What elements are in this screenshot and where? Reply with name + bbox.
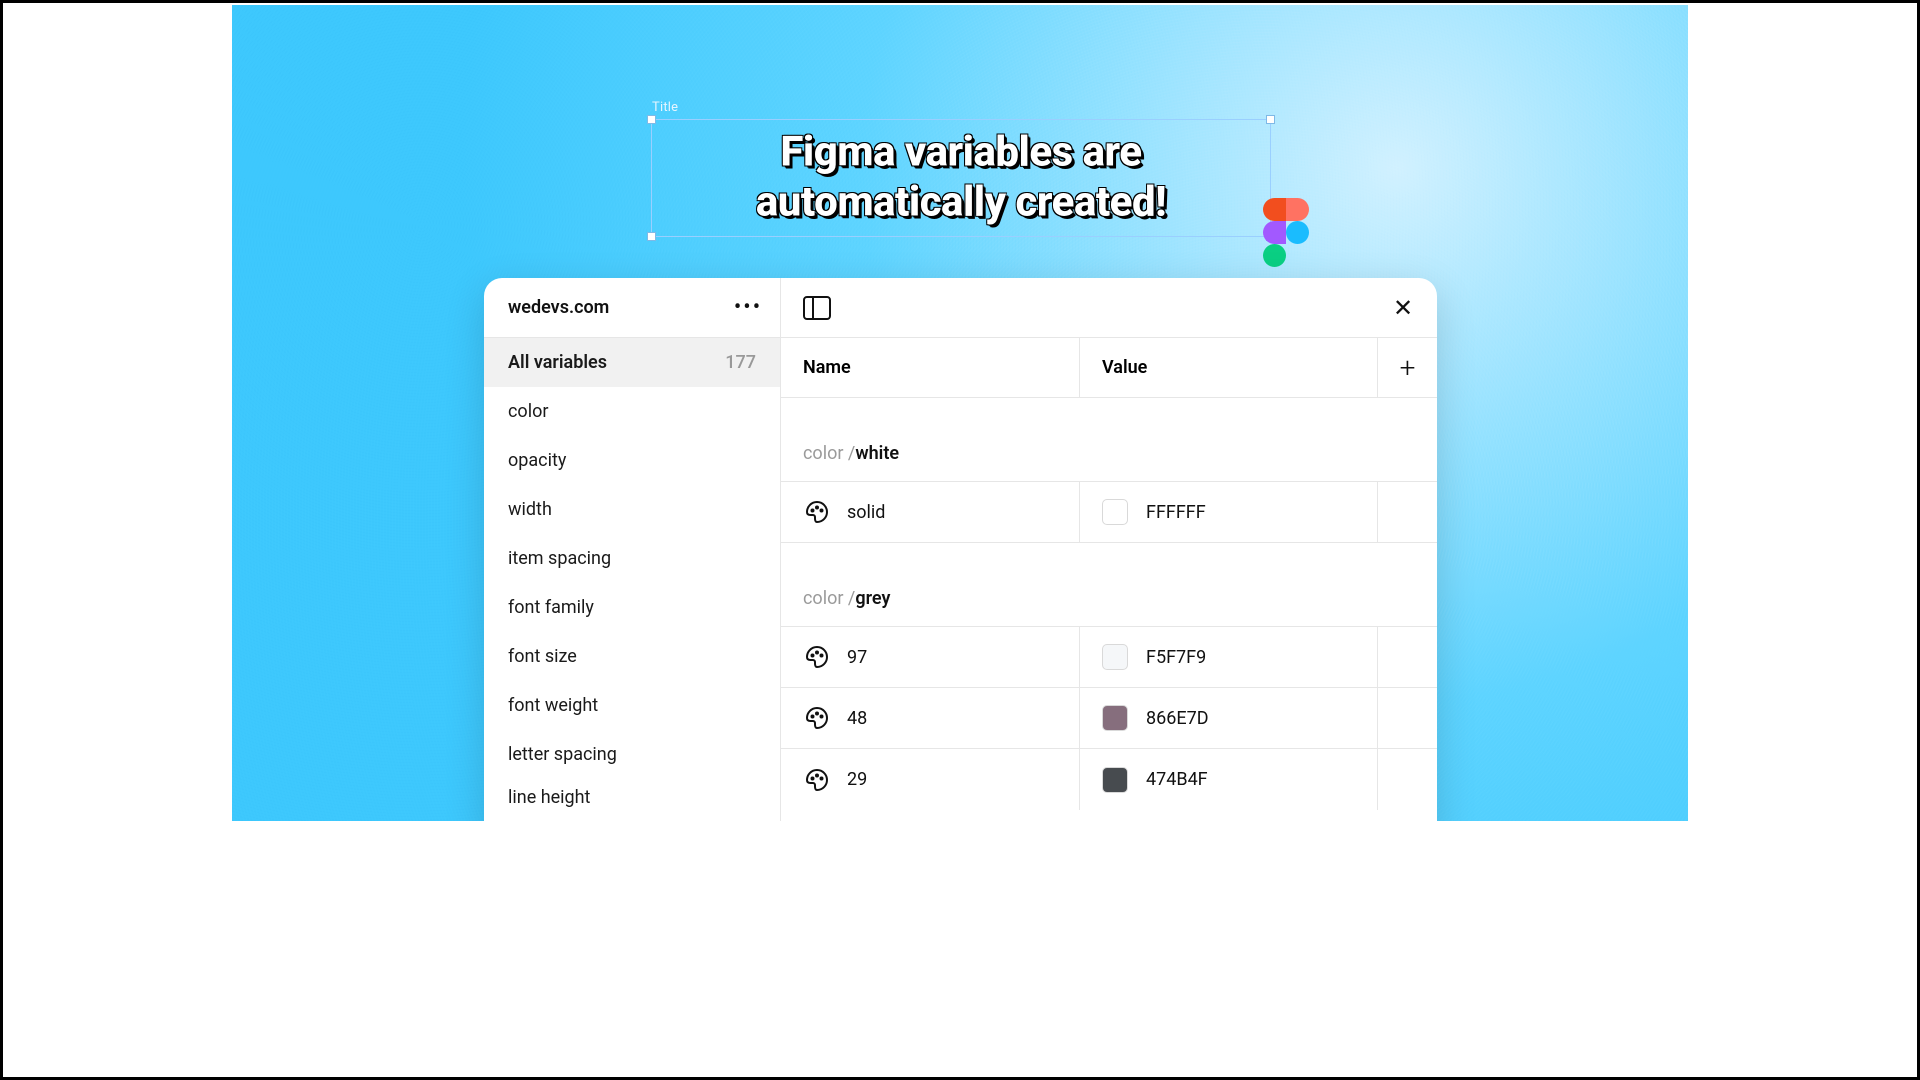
sidebar-item-count: 177 — [725, 352, 756, 373]
sidebar-item-label: All variables — [508, 352, 607, 373]
row-action-spacer — [1377, 482, 1437, 542]
palette-icon — [805, 706, 829, 730]
title-text: Figma variables areautomatically created… — [652, 128, 1270, 229]
sidebar-item-width[interactable]: width — [484, 485, 780, 534]
group-header: color / white — [781, 426, 1437, 482]
sidebar-item-letter-spacing[interactable]: letter spacing — [484, 730, 780, 779]
variable-name-cell[interactable]: 29 — [781, 749, 1079, 810]
palette-icon — [805, 645, 829, 669]
sidebar-item-label: opacity — [508, 450, 566, 471]
collection-name[interactable]: wedevs.com — [508, 297, 609, 318]
column-header-name: Name — [781, 357, 1079, 378]
row-action-spacer — [1377, 688, 1437, 748]
collection-menu-button[interactable]: ••• — [734, 294, 762, 322]
plus-icon: + — [1400, 351, 1416, 384]
color-swatch[interactable] — [1102, 644, 1128, 670]
sidebar-item-label: item spacing — [508, 548, 611, 569]
sidebar-item-opacity[interactable]: opacity — [484, 436, 780, 485]
variable-name-cell[interactable]: 97 — [781, 627, 1079, 687]
sidebar-item-label: font weight — [508, 695, 598, 716]
sidebar-item-line-height[interactable]: line height — [484, 779, 780, 809]
color-swatch[interactable] — [1102, 499, 1128, 525]
variable-hex: 474B4F — [1146, 769, 1208, 790]
sidebar-item-label: color — [508, 401, 548, 422]
resize-handle-top-left[interactable] — [647, 115, 656, 124]
close-button[interactable]: ✕ — [1389, 294, 1417, 322]
variable-name-cell[interactable]: solid — [781, 482, 1079, 542]
sidebar-item-label: letter spacing — [508, 744, 617, 765]
variable-name-cell[interactable]: 48 — [781, 688, 1079, 748]
variable-row[interactable]: solid FFFFFF — [781, 482, 1437, 543]
palette-icon — [805, 768, 829, 792]
variable-value-cell[interactable]: F5F7F9 — [1079, 627, 1377, 687]
sidebar-item-item-spacing[interactable]: item spacing — [484, 534, 780, 583]
variables-sidebar: wedevs.com ••• All variables 177 color opac… — [484, 278, 781, 821]
group-prefix: color / — [803, 588, 855, 609]
figma-logo — [1263, 198, 1309, 266]
variable-row[interactable]: 97 F5F7F9 — [781, 627, 1437, 688]
variables-panel: wedevs.com ••• All variables 177 color opac… — [484, 278, 1437, 821]
variable-name: 97 — [847, 647, 867, 668]
group-name: grey — [855, 588, 890, 609]
color-swatch[interactable] — [1102, 705, 1128, 731]
color-swatch[interactable] — [1102, 767, 1128, 793]
toggle-sidebar-icon[interactable] — [803, 296, 831, 320]
resize-handle-bottom-left[interactable] — [647, 232, 656, 241]
variable-row[interactable]: 29 474B4F — [781, 749, 1437, 810]
variable-hex: 866E7D — [1146, 708, 1209, 729]
variable-name: 48 — [847, 708, 867, 729]
row-action-spacer — [1377, 749, 1437, 810]
sidebar-item-label: width — [508, 499, 552, 520]
variable-name: solid — [847, 502, 885, 523]
group-header: color / grey — [781, 571, 1437, 627]
close-icon: ✕ — [1393, 294, 1413, 322]
add-mode-button[interactable]: + — [1377, 338, 1437, 397]
group-prefix: color / — [803, 443, 855, 464]
sidebar-item-label: font size — [508, 646, 577, 667]
palette-icon — [805, 500, 829, 524]
variable-value-cell[interactable]: 474B4F — [1079, 749, 1377, 810]
sidebar-item-font-family[interactable]: font family — [484, 583, 780, 632]
column-header-value: Value — [1079, 338, 1377, 397]
variable-hex: F5F7F9 — [1146, 647, 1206, 668]
sidebar-item-font-size[interactable]: font size — [484, 632, 780, 681]
selected-frame[interactable]: Title Figma variables areautomatically c… — [651, 119, 1271, 237]
row-action-spacer — [1377, 627, 1437, 687]
frame-label: Title — [652, 100, 678, 115]
variable-value-cell[interactable]: FFFFFF — [1079, 482, 1377, 542]
sidebar-item-color[interactable]: color — [484, 387, 780, 436]
group-name: white — [855, 443, 899, 464]
resize-handle-top-right[interactable] — [1266, 115, 1275, 124]
sidebar-item-all-variables[interactable]: All variables 177 — [484, 338, 780, 387]
variables-main: ✕ Name Value + color / white solid FFFFFF c… — [781, 278, 1437, 821]
variable-value-cell[interactable]: 866E7D — [1079, 688, 1377, 748]
sidebar-item-label: line height — [508, 787, 590, 808]
variable-name: 29 — [847, 769, 867, 790]
sidebar-item-font-weight[interactable]: font weight — [484, 681, 780, 730]
variable-hex: FFFFFF — [1146, 502, 1206, 523]
variable-row[interactable]: 48 866E7D — [781, 688, 1437, 749]
sidebar-item-label: font family — [508, 597, 594, 618]
